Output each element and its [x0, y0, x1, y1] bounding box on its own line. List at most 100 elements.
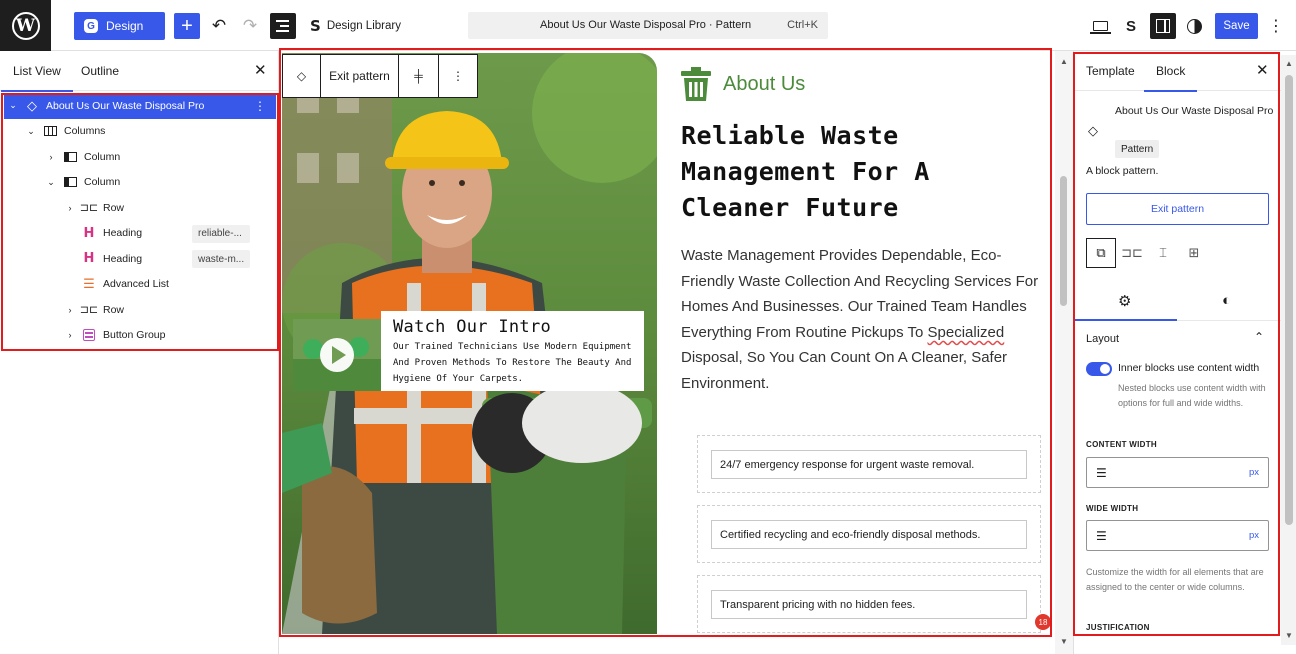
design-library-button[interactable]: S Design Library [310, 17, 401, 35]
video-preview-image [293, 319, 381, 391]
tree-item-column[interactable]: ⌄ Column [4, 170, 276, 196]
tree-item-heading[interactable]: H Heading waste-m... [4, 246, 276, 272]
stack-variation-icon[interactable]: ⌶ [1148, 238, 1178, 268]
options-menu-button[interactable]: ⋮ [1268, 13, 1284, 39]
sidebar-scrollbar[interactable]: ▲ ▼ [1281, 55, 1296, 645]
scroll-down-icon[interactable]: ▼ [1060, 637, 1068, 646]
redo-button[interactable]: ↷ [237, 13, 263, 39]
tree-item-row[interactable]: › ⊐⊏ Row [4, 195, 276, 221]
heading-icon: H [83, 251, 95, 267]
tree-item-advanced-list[interactable]: ☰ Advanced List [4, 272, 276, 298]
pattern-icon: ◇ [1088, 123, 1098, 138]
chevron-right-icon[interactable]: › [65, 203, 75, 213]
canvas-scrollbar[interactable]: ▲ ▼ [1055, 51, 1073, 654]
plus-icon: + [181, 15, 193, 37]
video-thumbnail[interactable] [293, 319, 381, 391]
settings-gear-icon[interactable]: ⚙ [1118, 292, 1131, 310]
scroll-down-icon[interactable]: ▼ [1285, 631, 1293, 640]
editor-header: W G Design + ↶ ↷ S Design Library About Us… [0, 0, 1296, 51]
tree-item-column[interactable]: › Column [4, 144, 276, 170]
tree-item-columns[interactable]: ⌄ Columns [4, 119, 276, 145]
video-intro-card[interactable]: Watch Our Intro Our Trained Technicians … [293, 311, 644, 391]
close-icon[interactable]: ✕ [1256, 61, 1269, 79]
save-button[interactable]: Save [1215, 13, 1258, 39]
design-library-icon: S [310, 17, 321, 35]
exit-pattern-toolbar-button[interactable]: Exit pattern [321, 55, 399, 97]
spectra-button[interactable]: S [1118, 13, 1144, 39]
feature-item[interactable]: Certified recycling and eco-friendly dis… [697, 505, 1041, 563]
undo-icon: ↶ [211, 16, 227, 35]
block-options-button[interactable]: ⋮ [439, 55, 477, 97]
chevron-down-icon[interactable]: ⌄ [26, 126, 36, 137]
content-width-input[interactable]: ☰ px [1086, 457, 1269, 488]
document-title: About Us Our Waste Disposal Pro · Patter… [540, 19, 752, 31]
content-width-toggle[interactable] [1086, 362, 1112, 376]
column-icon [62, 150, 78, 164]
about-label: About Us [681, 67, 805, 101]
styles-button[interactable] [1181, 13, 1207, 39]
align-button[interactable]: ╪ [399, 55, 439, 97]
notification-badge[interactable]: 18 [1035, 614, 1051, 630]
group-variation-icon[interactable]: ⧉ [1086, 238, 1116, 268]
columns-icon [42, 124, 58, 138]
settings-sidebar-toggle[interactable] [1150, 13, 1176, 39]
feature-item[interactable]: Transparent pricing with no hidden fees. [697, 575, 1041, 633]
scroll-up-icon[interactable]: ▲ [1060, 57, 1068, 66]
trash-icon [681, 67, 711, 101]
tab-block[interactable]: Block [1143, 64, 1198, 92]
row-icon: ⊐⊏ [79, 202, 99, 215]
feature-item[interactable]: 24/7 emergency response for urgent waste… [697, 435, 1041, 493]
toggle-label: Inner blocks use content width [1118, 362, 1260, 374]
document-overview-button[interactable] [270, 13, 296, 39]
toggle-help-text: Nested blocks use content width with opt… [1118, 383, 1266, 408]
more-vertical-icon[interactable]: ⋮ [254, 99, 266, 113]
anchor-badge: reliable-... [192, 224, 250, 243]
device-preview-button[interactable] [1087, 13, 1113, 39]
list-view-panel: List View Outline ✕ ⌄ ◇ About Us Our Was… [0, 51, 279, 654]
settings-sidebar: Template Block ✕ ◇ About Us Our Waste Di… [1073, 51, 1296, 654]
chevron-right-icon[interactable]: › [65, 330, 75, 340]
list-icon: ☰ [83, 276, 95, 292]
tree-item-row[interactable]: › ⊐⊏ Row [4, 297, 276, 323]
block-variations: ⧉ ⊐⊏ ⌶ ⊞ [1086, 238, 1209, 268]
intro-paragraph[interactable]: Waste Management Provides Dependable, Ec… [681, 243, 1051, 397]
block-inserter-button[interactable]: + [174, 13, 200, 39]
exit-pattern-button[interactable]: Exit pattern [1086, 193, 1269, 225]
chevron-right-icon[interactable]: › [65, 305, 75, 315]
chevron-down-icon[interactable]: ⌄ [46, 177, 56, 188]
layout-section-title[interactable]: Layout [1086, 333, 1119, 345]
tab-list-view[interactable]: List View [1, 64, 73, 92]
styles-contrast-icon[interactable]: ◐ [1222, 292, 1231, 309]
chevron-right-icon[interactable]: › [46, 152, 56, 162]
wide-width-label: WIDE WIDTH [1086, 504, 1139, 513]
row-variation-icon[interactable]: ⊐⊏ [1117, 238, 1147, 268]
command-palette-bar[interactable]: About Us Our Waste Disposal Pro · Patter… [468, 12, 828, 39]
block-card-title: About Us Our Waste Disposal Pro [1115, 105, 1274, 117]
main-heading[interactable]: Reliable Waste Management For A Cleaner … [681, 118, 1041, 226]
chevron-up-icon[interactable]: ⌃ [1254, 330, 1264, 344]
about-us-text: About Us [723, 72, 806, 95]
scroll-thumb[interactable] [1285, 75, 1293, 525]
block-type-badge: Pattern [1115, 140, 1160, 158]
misspelled-word: Specialized [927, 323, 1005, 341]
unit-select[interactable]: px [1249, 530, 1259, 541]
block-type-button[interactable]: ◇ [283, 55, 321, 97]
chevron-down-icon[interactable]: ⌄ [8, 100, 18, 111]
tab-template[interactable]: Template [1086, 64, 1135, 78]
undo-button[interactable]: ↶ [206, 13, 232, 39]
design-button[interactable]: G Design [74, 12, 165, 40]
row-icon: ⊐⊏ [79, 304, 99, 317]
tree-item-pattern[interactable]: ⌄ ◇ About Us Our Waste Disposal Pro ⋮ [4, 93, 276, 119]
tree-item-heading[interactable]: H Heading reliable-... [4, 221, 276, 247]
align-wide-icon: ☰ [1096, 529, 1107, 543]
wordpress-logo[interactable]: W [0, 0, 51, 51]
close-icon[interactable]: ✕ [254, 61, 267, 79]
tree-item-button-group[interactable]: › Button Group [4, 323, 276, 349]
unit-select[interactable]: px [1249, 467, 1259, 478]
scroll-thumb[interactable] [1060, 176, 1067, 306]
grid-variation-icon[interactable]: ⊞ [1179, 238, 1209, 268]
wide-width-input[interactable]: ☰ px [1086, 520, 1269, 551]
tab-outline[interactable]: Outline [81, 64, 119, 78]
button-group-icon [81, 328, 97, 342]
scroll-up-icon[interactable]: ▲ [1285, 59, 1293, 68]
